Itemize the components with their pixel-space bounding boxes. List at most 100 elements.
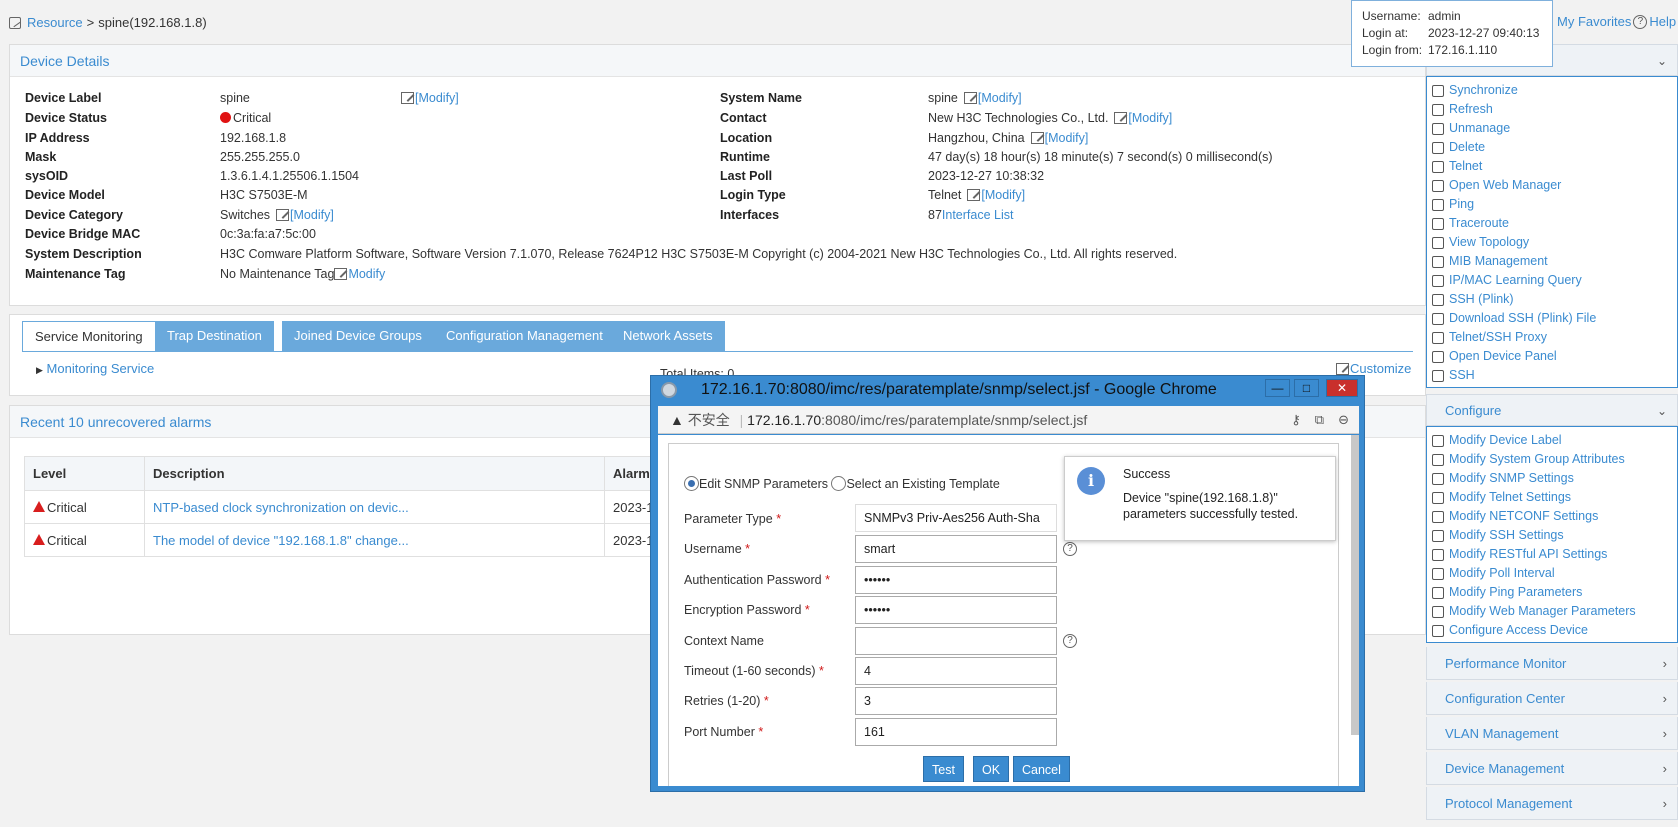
modify-location-link[interactable]: [Modify] — [1045, 131, 1089, 145]
scrollbar[interactable] — [1351, 435, 1359, 735]
configure-header[interactable]: Configure ⌄ — [1426, 394, 1678, 426]
tab-network-assets[interactable]: Network Assets — [611, 321, 725, 351]
radio-select-template[interactable] — [831, 476, 847, 491]
runtime-key: Runtime — [720, 150, 770, 164]
sidebar-item-refresh[interactable]: Refresh — [1427, 100, 1677, 119]
breadcrumb-resource-link[interactable]: Resource — [27, 15, 83, 30]
radio-select-label[interactable]: Select an Existing Template — [846, 477, 999, 491]
username-field[interactable]: smart — [855, 535, 1057, 563]
tab-service-monitoring[interactable]: Service Monitoring — [22, 321, 156, 351]
sidebar-item-open-device-panel[interactable]: Open Device Panel — [1427, 347, 1677, 366]
modify-category-link[interactable]: [Modify] — [290, 208, 334, 222]
sidebar-item-ping[interactable]: Ping — [1427, 195, 1677, 214]
auth-password-field[interactable]: •••••• — [855, 566, 1057, 594]
sidebar-item-open-web-manager[interactable]: Open Web Manager — [1427, 176, 1677, 195]
sidebar-section-protocol-management[interactable]: Protocol Management › — [1426, 787, 1678, 820]
mask-key: Mask — [25, 150, 57, 164]
test-button[interactable]: Test — [923, 756, 964, 782]
sidebar-item-modify-ssh-settings[interactable]: Modify SSH Settings — [1427, 526, 1677, 545]
edit-icon[interactable] — [1030, 132, 1044, 144]
sidebar-section-configuration-center[interactable]: Configuration Center › — [1426, 682, 1678, 715]
sidebar-item-ssh-plink[interactable]: SSH (Plink) — [1427, 290, 1677, 309]
sidebar-item-modify-system-group-attributes[interactable]: Modify System Group Attributes — [1427, 450, 1677, 469]
ok-button[interactable]: OK — [973, 756, 1010, 782]
modify-maint-link[interactable]: Modify — [348, 267, 385, 281]
sidebar-item-traceroute[interactable]: Traceroute — [1427, 214, 1677, 233]
modify-contact-link[interactable]: [Modify] — [1128, 111, 1172, 125]
sidebar-item-modify-poll-interval[interactable]: Modify Poll Interval — [1427, 564, 1677, 583]
snmp-select-dialog: 172.16.1.70:8080/imc/res/paratemplate/sn… — [650, 375, 1365, 792]
sidebar-item-modify-web-manager-parameters[interactable]: Modify Web Manager Parameters — [1427, 602, 1677, 621]
runtime-value: 47 day(s) 18 hour(s) 18 minute(s) 7 seco… — [928, 150, 1273, 164]
device-status-key: Device Status — [25, 111, 107, 125]
address-bar[interactable]: ▲ 不安全 | 172.16.1.70:8080/imc/res/paratem… — [658, 406, 1359, 434]
sidebar-section-label: VLAN Management — [1445, 726, 1559, 741]
breadcrumb-separator: > — [86, 15, 95, 30]
sidebar-item-synchronize[interactable]: Synchronize — [1427, 81, 1677, 100]
sidebar-item-ip-mac-learning-query[interactable]: IP/MAC Learning Query — [1427, 271, 1677, 290]
minimize-button[interactable]: — — [1265, 379, 1290, 397]
sidebar-section-device-management[interactable]: Device Management › — [1426, 752, 1678, 785]
sidebar-item-modify-restful-api-settings[interactable]: Modify RESTful API Settings — [1427, 545, 1677, 564]
monitoring-service-link[interactable]: Monitoring Service — [47, 361, 155, 376]
edit-icon[interactable] — [276, 209, 290, 221]
device-details-title: Device Details — [10, 45, 1425, 77]
sidebar-item-modify-telnet-settings[interactable]: Modify Telnet Settings — [1427, 488, 1677, 507]
help-icon[interactable]: ? — [1063, 542, 1077, 556]
timeout-field[interactable]: 4 — [855, 657, 1057, 685]
my-favorites-link[interactable]: My Favorites — [1557, 14, 1631, 29]
username-label: Username * — [684, 542, 751, 556]
alarm-description-link[interactable]: The model of device "192.168.1.8" change… — [153, 533, 409, 548]
dialog-titlebar[interactable]: 172.16.1.70:8080/imc/res/paratemplate/sn… — [651, 376, 1364, 404]
help-icon[interactable]: ? — [1633, 14, 1648, 29]
radio-edit-label[interactable]: Edit SNMP Parameters — [699, 477, 828, 491]
interface-list-link[interactable]: Interface List — [942, 208, 1014, 222]
edit-icon[interactable] — [334, 268, 348, 280]
edit-icon[interactable] — [1114, 112, 1128, 124]
param-type-select[interactable]: SNMPv3 Priv-Aes256 Auth-Sha — [855, 504, 1057, 532]
customize-link[interactable]: Customize — [1350, 361, 1411, 376]
tab-trap-destination[interactable]: Trap Destination — [155, 321, 274, 351]
translate-icon[interactable]: ⧉ — [1315, 406, 1324, 434]
sidebar-item-modify-device-label[interactable]: Modify Device Label — [1427, 431, 1677, 450]
sidebar-section-performance-monitor[interactable]: Performance Monitor › — [1426, 647, 1678, 680]
maximize-button[interactable]: □ — [1294, 379, 1319, 397]
sidebar-item-download-ssh-plink-file[interactable]: Download SSH (Plink) File — [1427, 309, 1677, 328]
zoom-icon[interactable]: ⊖ — [1338, 406, 1349, 434]
help-icon[interactable]: ? — [1063, 634, 1077, 648]
customize-control[interactable]: Customize — [1336, 361, 1411, 376]
modify-sysname-link[interactable]: [Modify] — [978, 91, 1022, 105]
cancel-button[interactable]: Cancel — [1013, 756, 1070, 782]
close-button[interactable]: ✕ — [1326, 379, 1358, 397]
enc-password-field[interactable]: •••••• — [855, 596, 1057, 624]
sysoid-value: 1.3.6.1.4.1.25506.1.1504 — [220, 169, 360, 183]
sidebar-item-configure-access-device[interactable]: Configure Access Device — [1427, 621, 1677, 640]
sidebar-item-unmanage[interactable]: Unmanage — [1427, 119, 1677, 138]
key-icon[interactable]: ⚷ — [1291, 406, 1301, 434]
port-field[interactable]: 161 — [855, 718, 1057, 746]
sidebar-item-modify-netconf-settings[interactable]: Modify NETCONF Settings — [1427, 507, 1677, 526]
sidebar-section-vlan-management[interactable]: VLAN Management › — [1426, 717, 1678, 750]
logintype-key: Login Type — [720, 188, 786, 202]
edit-icon[interactable] — [401, 92, 414, 104]
retries-field[interactable]: 3 — [855, 687, 1057, 715]
monitoring-service-toggle[interactable]: ▶ Monitoring Service — [36, 361, 154, 376]
modify-logintype-link[interactable]: [Modify] — [981, 188, 1025, 202]
edit-icon[interactable] — [967, 189, 981, 201]
sidebar-item-delete[interactable]: Delete — [1427, 138, 1677, 157]
sidebar-item-mib-management[interactable]: MIB Management — [1427, 252, 1677, 271]
sidebar-item-ssh[interactable]: SSH — [1427, 366, 1677, 385]
radio-edit-params[interactable] — [684, 476, 699, 491]
context-name-field[interactable] — [855, 627, 1057, 655]
sidebar-item-modify-ping-parameters[interactable]: Modify Ping Parameters — [1427, 583, 1677, 602]
edit-icon[interactable] — [963, 92, 977, 104]
alarm-description-link[interactable]: NTP-based clock synchronization on devic… — [153, 500, 409, 515]
tab-configuration-management[interactable]: Configuration Management — [434, 321, 615, 351]
help-link[interactable]: Help — [1649, 14, 1676, 29]
sidebar-item-telnet[interactable]: Telnet — [1427, 157, 1677, 176]
sidebar-item-telnet-ssh-proxy[interactable]: Telnet/SSH Proxy — [1427, 328, 1677, 347]
sidebar-item-modify-snmp-settings[interactable]: Modify SNMP Settings — [1427, 469, 1677, 488]
modify-device-label-link[interactable]: [Modify] — [415, 91, 459, 105]
sidebar-item-view-topology[interactable]: View Topology — [1427, 233, 1677, 252]
tab-joined-device-groups[interactable]: Joined Device Groups — [282, 321, 434, 351]
